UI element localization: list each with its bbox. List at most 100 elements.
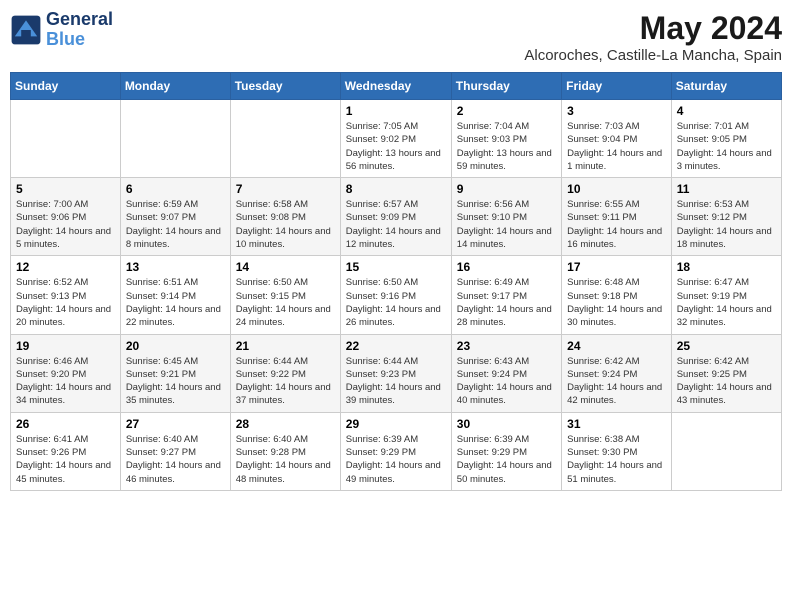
day-info: Sunrise: 6:47 AM Sunset: 9:19 PM Dayligh… xyxy=(677,276,776,329)
table-row: 18 Sunrise: 6:47 AM Sunset: 9:19 PM Dayli… xyxy=(671,256,781,334)
calendar-week-row: 1 Sunrise: 7:05 AM Sunset: 9:02 PM Daylig… xyxy=(11,100,782,178)
day-number: 30 xyxy=(457,417,556,431)
col-friday: Friday xyxy=(562,73,672,100)
day-number: 22 xyxy=(346,339,446,353)
table-row: 12 Sunrise: 6:52 AM Sunset: 9:13 PM Dayli… xyxy=(11,256,121,334)
logo-icon xyxy=(10,14,42,46)
location-title: Alcoroches, Castille-La Mancha, Spain xyxy=(524,47,782,64)
table-row: 21 Sunrise: 6:44 AM Sunset: 9:22 PM Dayli… xyxy=(230,334,340,412)
day-info: Sunrise: 6:51 AM Sunset: 9:14 PM Dayligh… xyxy=(126,276,225,329)
col-thursday: Thursday xyxy=(451,73,561,100)
day-number: 27 xyxy=(126,417,225,431)
table-row: 9 Sunrise: 6:56 AM Sunset: 9:10 PM Daylig… xyxy=(451,178,561,256)
calendar-table: Sunday Monday Tuesday Wednesday Thursday… xyxy=(10,72,782,491)
title-block: May 2024 Alcoroches, Castille-La Mancha,… xyxy=(524,10,782,64)
table-row: 1 Sunrise: 7:05 AM Sunset: 9:02 PM Daylig… xyxy=(340,100,451,178)
table-row: 31 Sunrise: 6:38 AM Sunset: 9:30 PM Dayli… xyxy=(562,412,672,490)
day-number: 11 xyxy=(677,182,776,196)
day-number: 24 xyxy=(567,339,666,353)
day-number: 19 xyxy=(16,339,115,353)
day-number: 20 xyxy=(126,339,225,353)
table-row: 16 Sunrise: 6:49 AM Sunset: 9:17 PM Dayli… xyxy=(451,256,561,334)
day-number: 29 xyxy=(346,417,446,431)
day-info: Sunrise: 6:42 AM Sunset: 9:24 PM Dayligh… xyxy=(567,355,666,408)
day-info: Sunrise: 6:56 AM Sunset: 9:10 PM Dayligh… xyxy=(457,198,556,251)
table-row: 25 Sunrise: 6:42 AM Sunset: 9:25 PM Dayli… xyxy=(671,334,781,412)
table-row: 28 Sunrise: 6:40 AM Sunset: 9:28 PM Dayli… xyxy=(230,412,340,490)
day-info: Sunrise: 6:39 AM Sunset: 9:29 PM Dayligh… xyxy=(457,433,556,486)
calendar-header-row: Sunday Monday Tuesday Wednesday Thursday… xyxy=(11,73,782,100)
day-info: Sunrise: 6:52 AM Sunset: 9:13 PM Dayligh… xyxy=(16,276,115,329)
day-info: Sunrise: 6:39 AM Sunset: 9:29 PM Dayligh… xyxy=(346,433,446,486)
table-row: 11Sunrise: 6:53 AM Sunset: 9:12 PM Dayli… xyxy=(671,178,781,256)
calendar-week-row: 19 Sunrise: 6:46 AM Sunset: 9:20 PM Dayli… xyxy=(11,334,782,412)
day-info: Sunrise: 6:59 AM Sunset: 9:07 PM Dayligh… xyxy=(126,198,225,251)
day-info: Sunrise: 6:57 AM Sunset: 9:09 PM Dayligh… xyxy=(346,198,446,251)
day-number: 16 xyxy=(457,260,556,274)
table-row: 30 Sunrise: 6:39 AM Sunset: 9:29 PM Dayli… xyxy=(451,412,561,490)
col-tuesday: Tuesday xyxy=(230,73,340,100)
month-title: May 2024 xyxy=(524,10,782,47)
day-info: Sunrise: 6:49 AM Sunset: 9:17 PM Dayligh… xyxy=(457,276,556,329)
table-row: 17 Sunrise: 6:48 AM Sunset: 9:18 PM Dayli… xyxy=(562,256,672,334)
day-number: 15 xyxy=(346,260,446,274)
day-info: Sunrise: 7:00 AM Sunset: 9:06 PM Dayligh… xyxy=(16,198,115,251)
col-monday: Monday xyxy=(120,73,230,100)
day-number: 26 xyxy=(16,417,115,431)
day-number: 28 xyxy=(236,417,335,431)
day-number: 2 xyxy=(457,104,556,118)
day-info: Sunrise: 6:40 AM Sunset: 9:28 PM Dayligh… xyxy=(236,433,335,486)
day-number: 9 xyxy=(457,182,556,196)
day-number: 13 xyxy=(126,260,225,274)
day-number: 12 xyxy=(16,260,115,274)
day-number: 14 xyxy=(236,260,335,274)
table-row: 5 Sunrise: 7:00 AM Sunset: 9:06 PM Daylig… xyxy=(11,178,121,256)
day-number: 18 xyxy=(677,260,776,274)
logo-text: General Blue xyxy=(46,10,113,50)
day-info: Sunrise: 6:50 AM Sunset: 9:15 PM Dayligh… xyxy=(236,276,335,329)
day-info: Sunrise: 6:40 AM Sunset: 9:27 PM Dayligh… xyxy=(126,433,225,486)
day-number: 17 xyxy=(567,260,666,274)
day-number: 5 xyxy=(16,182,115,196)
day-info: Sunrise: 6:55 AM Sunset: 9:11 PM Dayligh… xyxy=(567,198,666,251)
col-saturday: Saturday xyxy=(671,73,781,100)
table-row: 10 Sunrise: 6:55 AM Sunset: 9:11 PM Dayli… xyxy=(562,178,672,256)
table-row: 29 Sunrise: 6:39 AM Sunset: 9:29 PM Dayli… xyxy=(340,412,451,490)
day-info: Sunrise: 7:04 AM Sunset: 9:03 PM Dayligh… xyxy=(457,120,556,173)
table-row xyxy=(230,100,340,178)
col-wednesday: Wednesday xyxy=(340,73,451,100)
day-info: Sunrise: 6:42 AM Sunset: 9:25 PM Dayligh… xyxy=(677,355,776,408)
table-row: 23 Sunrise: 6:43 AM Sunset: 9:24 PM Dayli… xyxy=(451,334,561,412)
page-header: General Blue May 2024 Alcoroches, Castil… xyxy=(10,10,782,64)
day-info: Sunrise: 7:01 AM Sunset: 9:05 PM Dayligh… xyxy=(677,120,776,173)
day-number: 23 xyxy=(457,339,556,353)
day-info: Sunrise: 6:46 AM Sunset: 9:20 PM Dayligh… xyxy=(16,355,115,408)
col-sunday: Sunday xyxy=(11,73,121,100)
day-info: Sunrise: 6:58 AM Sunset: 9:08 PM Dayligh… xyxy=(236,198,335,251)
table-row: 7Sunrise: 6:58 AM Sunset: 9:08 PM Daylig… xyxy=(230,178,340,256)
table-row: 26Sunrise: 6:41 AM Sunset: 9:26 PM Dayli… xyxy=(11,412,121,490)
day-info: Sunrise: 6:38 AM Sunset: 9:30 PM Dayligh… xyxy=(567,433,666,486)
table-row: 4 Sunrise: 7:01 AM Sunset: 9:05 PM Daylig… xyxy=(671,100,781,178)
day-number: 10 xyxy=(567,182,666,196)
logo: General Blue xyxy=(10,10,113,50)
day-number: 1 xyxy=(346,104,446,118)
day-number: 21 xyxy=(236,339,335,353)
day-number: 25 xyxy=(677,339,776,353)
table-row: 24 Sunrise: 6:42 AM Sunset: 9:24 PM Dayli… xyxy=(562,334,672,412)
day-info: Sunrise: 6:44 AM Sunset: 9:22 PM Dayligh… xyxy=(236,355,335,408)
day-info: Sunrise: 7:05 AM Sunset: 9:02 PM Dayligh… xyxy=(346,120,446,173)
table-row: 8Sunrise: 6:57 AM Sunset: 9:09 PM Daylig… xyxy=(340,178,451,256)
table-row: 2 Sunrise: 7:04 AM Sunset: 9:03 PM Daylig… xyxy=(451,100,561,178)
table-row: 14 Sunrise: 6:50 AM Sunset: 9:15 PM Dayli… xyxy=(230,256,340,334)
day-info: Sunrise: 6:43 AM Sunset: 9:24 PM Dayligh… xyxy=(457,355,556,408)
day-number: 31 xyxy=(567,417,666,431)
day-number: 4 xyxy=(677,104,776,118)
table-row: 15 Sunrise: 6:50 AM Sunset: 9:16 PM Dayli… xyxy=(340,256,451,334)
calendar-week-row: 26Sunrise: 6:41 AM Sunset: 9:26 PM Dayli… xyxy=(11,412,782,490)
day-info: Sunrise: 6:48 AM Sunset: 9:18 PM Dayligh… xyxy=(567,276,666,329)
table-row xyxy=(11,100,121,178)
table-row: 13 Sunrise: 6:51 AM Sunset: 9:14 PM Dayli… xyxy=(120,256,230,334)
day-info: Sunrise: 6:50 AM Sunset: 9:16 PM Dayligh… xyxy=(346,276,446,329)
table-row: 6Sunrise: 6:59 AM Sunset: 9:07 PM Daylig… xyxy=(120,178,230,256)
